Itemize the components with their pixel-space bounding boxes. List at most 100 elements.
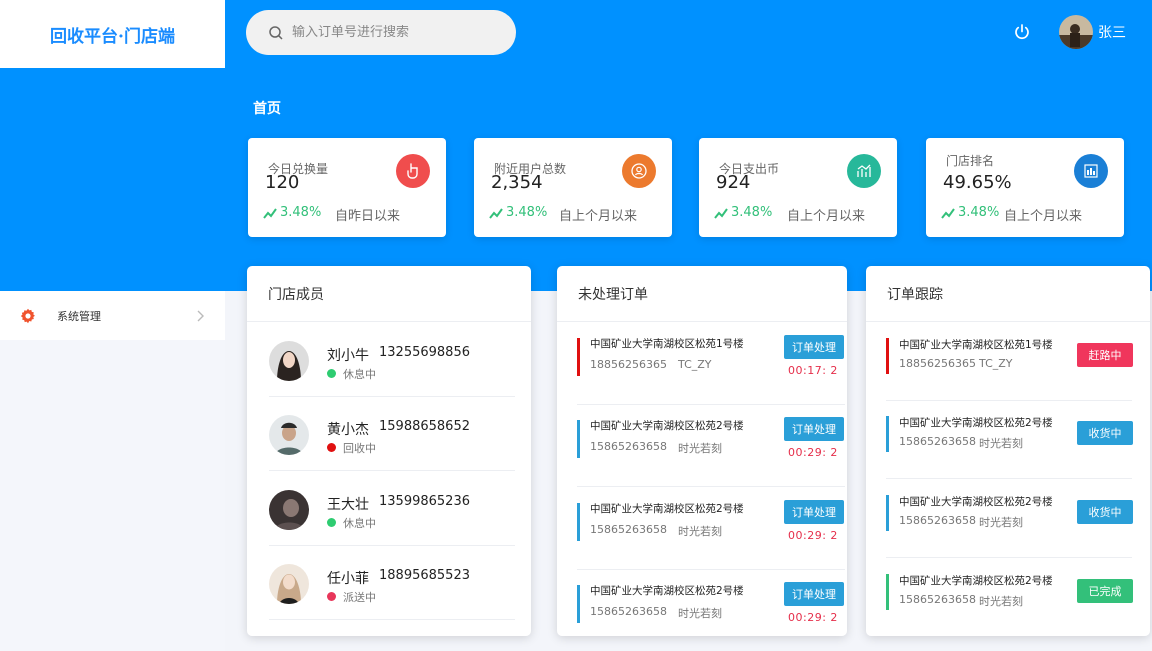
status-badge: 收货中 [1077, 500, 1133, 524]
order-address: 中国矿业大学南湖校区松苑2号楼 [590, 503, 744, 515]
panel-title: 门店成员 [247, 266, 531, 322]
tracking-phone: 15865263658 [899, 514, 976, 527]
stat-compare: 自昨日以来 [335, 209, 401, 224]
stat-value: 49.65% [943, 172, 1012, 193]
status-badge: 已完成 [1077, 579, 1133, 603]
trend-up-icon [263, 207, 277, 219]
order-address: 中国矿业大学南湖校区松苑2号楼 [590, 420, 744, 432]
order-indicator [577, 420, 580, 458]
tracking-indicator [886, 574, 889, 610]
member-status: 派送中 [343, 591, 376, 604]
search-box[interactable] [246, 10, 516, 55]
status-badge: 收货中 [1077, 421, 1133, 445]
tracking-panel: 订单跟踪 中国矿业大学南湖校区松苑1号楼 18856256365 TC_ZY 赶… [866, 266, 1150, 636]
members-panel: 门店成员 刘小牛 13255698856 休息中 黄小杰 15988658652… [247, 266, 531, 636]
stat-compare: 自上个月以来 [559, 209, 638, 224]
stat-compare: 自上个月以来 [1004, 209, 1083, 224]
order-row: 中国矿业大学南湖校区松苑2号楼 15865263658 时光若刻 订单处理 00… [577, 488, 845, 570]
order-indicator [577, 338, 580, 376]
trend-up-icon [489, 207, 503, 219]
tracking-phone: 18856256365 [899, 357, 976, 370]
tracking-address: 中国矿业大学南湖校区松苑2号楼 [899, 417, 1053, 429]
user-avatar[interactable] [1059, 15, 1093, 49]
member-avatar [269, 415, 309, 455]
tracking-indicator [886, 416, 889, 452]
order-indicator [577, 585, 580, 623]
stat-label: 门店排名 [946, 154, 995, 168]
tracking-indicator [886, 495, 889, 531]
member-name: 任小菲 [327, 571, 369, 587]
status-dot [327, 592, 336, 601]
order-phone: 18856256365 [590, 358, 667, 371]
order-user: 时光若刻 [678, 442, 722, 455]
tracking-row[interactable]: 中国矿业大学南湖校区松苑1号楼 18856256365 TC_ZY 赶路中 [886, 323, 1133, 401]
order-user: TC_ZY [678, 358, 712, 371]
stat-value: 120 [265, 172, 300, 193]
member-row[interactable]: 刘小牛 13255698856 休息中 [269, 323, 515, 397]
pointer-icon [396, 154, 430, 188]
tracking-user: TC_ZY [979, 357, 1013, 370]
member-avatar [269, 490, 309, 530]
member-row[interactable]: 王大壮 13599865236 休息中 [269, 472, 515, 546]
member-status: 休息中 [343, 517, 376, 530]
tracking-row[interactable]: 中国矿业大学南湖校区松苑2号楼 15865263658 时光若刻 收货中 [886, 480, 1133, 558]
trend: 3.48% [714, 205, 772, 220]
member-name: 黄小杰 [327, 422, 369, 438]
order-phone: 15865263658 [590, 605, 667, 618]
stat-card-store-ranking: 门店排名 49.65% 3.48% 自上个月以来 [926, 138, 1124, 237]
sidebar-item-system-management[interactable]: 系统管理 [0, 291, 225, 340]
member-name: 刘小牛 [327, 348, 369, 364]
trend: 3.48% [941, 205, 999, 220]
process-order-button[interactable]: 订单处理 [784, 582, 844, 606]
stat-card-nearby-users: 附近用户总数 2,354 3.48% 自上个月以来 [474, 138, 672, 237]
tracking-user: 时光若刻 [979, 437, 1023, 450]
order-address: 中国矿业大学南湖校区松苑2号楼 [590, 585, 744, 597]
order-address: 中国矿业大学南湖校区松苑1号楼 [590, 338, 744, 350]
search-icon [269, 25, 283, 40]
power-icon[interactable] [1012, 22, 1032, 42]
trend-up-icon [941, 207, 955, 219]
member-phone: 13255698856 [379, 345, 470, 360]
tracking-row[interactable]: 中国矿业大学南湖校区松苑2号楼 15865263658 时光若刻 已完成 [886, 559, 1133, 636]
order-user: 时光若刻 [678, 525, 722, 538]
member-avatar [269, 341, 309, 381]
page-title: 首页 [253, 101, 281, 117]
trend-value: 3.48% [280, 205, 322, 220]
status-dot [327, 518, 336, 527]
stat-compare: 自上个月以来 [787, 209, 866, 224]
order-timer: 00:17: 2 [788, 364, 838, 377]
tracking-row[interactable]: 中国矿业大学南湖校区松苑2号楼 15865263658 时光若刻 收货中 [886, 401, 1133, 479]
stat-value: 2,354 [491, 172, 543, 193]
process-order-button[interactable]: 订单处理 [784, 500, 844, 524]
user-location-icon [622, 154, 656, 188]
search-input[interactable] [292, 25, 492, 40]
member-row[interactable]: 任小菲 18895685523 派送中 [269, 546, 515, 620]
tracking-address: 中国矿业大学南湖校区松苑2号楼 [899, 575, 1053, 587]
username[interactable]: 张三 [1098, 22, 1126, 42]
tracking-indicator [886, 338, 889, 374]
process-order-button[interactable]: 订单处理 [784, 335, 844, 359]
tracking-address: 中国矿业大学南湖校区松苑1号楼 [899, 339, 1053, 351]
trend-value: 3.48% [958, 205, 1000, 220]
chevron-right-icon [193, 308, 207, 322]
order-row: 中国矿业大学南湖校区松苑1号楼 18856256365 TC_ZY 订单处理 0… [577, 323, 845, 405]
tracking-user: 时光若刻 [979, 595, 1023, 608]
stat-value: 924 [716, 172, 751, 193]
stat-card-today-exchange: 今日兑换量 120 3.48% 自昨日以来 [248, 138, 446, 237]
process-order-button[interactable]: 订单处理 [784, 417, 844, 441]
bar-chart-icon [1074, 154, 1108, 188]
status-dot [327, 443, 336, 452]
tracking-user: 时光若刻 [979, 516, 1023, 529]
member-row[interactable]: 黄小杰 15988658652 回收中 [269, 397, 515, 471]
member-status: 休息中 [343, 368, 376, 381]
gear-icon [20, 308, 36, 324]
order-user: 时光若刻 [678, 607, 722, 620]
member-phone: 18895685523 [379, 568, 470, 583]
order-row: 中国矿业大学南湖校区松苑2号楼 15865263658 时光若刻 订单处理 00… [577, 405, 845, 487]
panel-title: 订单跟踪 [866, 266, 1150, 322]
trend-value: 3.48% [731, 205, 773, 220]
sidebar-header-band [0, 68, 225, 291]
tracking-phone: 15865263658 [899, 435, 976, 448]
growth-chart-icon [847, 154, 881, 188]
trend: 3.48% [489, 205, 547, 220]
